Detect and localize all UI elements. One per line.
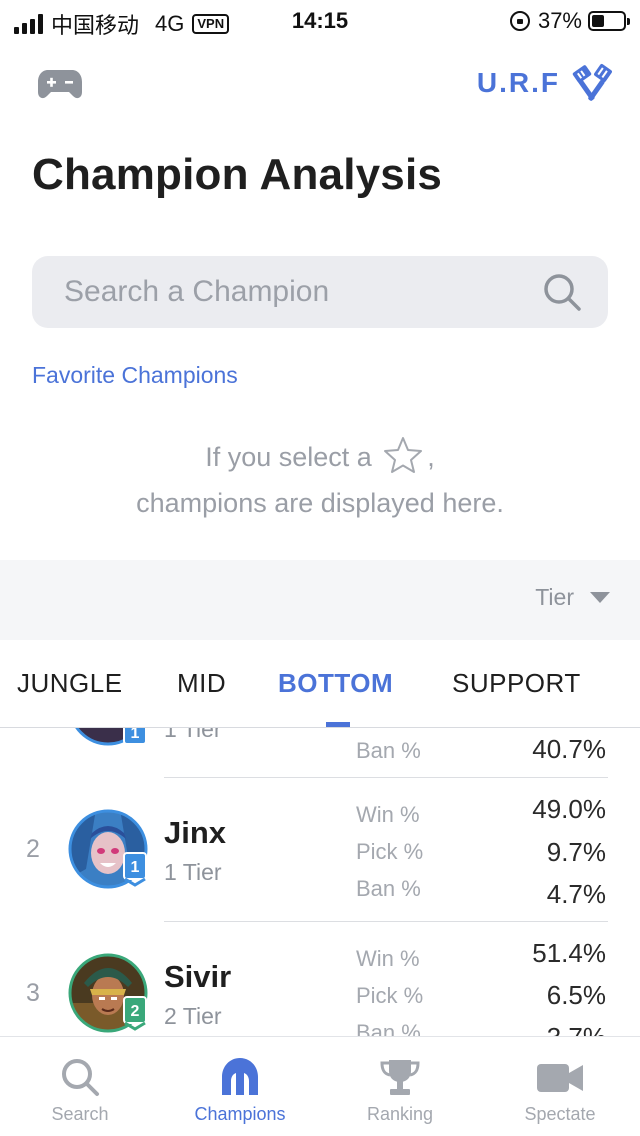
champion-tier: 2 Tier	[164, 1003, 222, 1029]
ban-rate-value: 3.7%	[547, 1022, 606, 1036]
caret-down-icon	[590, 592, 610, 603]
trophy-icon	[380, 1060, 420, 1095]
rotation-lock-icon	[509, 11, 530, 31]
ban-rate-label: Ban %	[356, 738, 421, 763]
pick-rate-value: 6.5%	[546, 980, 606, 1010]
search-input[interactable]	[64, 256, 544, 328]
champion-portrait: 1	[75, 728, 147, 746]
champion-row[interactable]: 2 1 Jinx 1 Tier Win % 49.0% Pick % 9.7%	[0, 777, 640, 921]
active-tab-indicator	[326, 722, 350, 727]
champion-portrait: 2	[68, 953, 148, 1033]
gamepad-icon[interactable]	[38, 68, 82, 100]
favorites-empty-message: If you select a , champions are displaye…	[0, 434, 640, 526]
champion-row[interactable]: 1 1 Tier Ban % 40.7%	[0, 728, 640, 778]
page-title: Champion Analysis	[32, 150, 443, 199]
search-icon	[62, 1059, 99, 1096]
favorites-empty-line1: If you select a ,	[0, 434, 640, 480]
crossed-spatula-fork-icon	[572, 64, 612, 101]
favorites-empty-text-after: ,	[427, 442, 435, 472]
favorite-champions-title: Favorite Champions	[32, 362, 238, 388]
star-outline-icon	[384, 437, 423, 473]
filter-band: Tier	[0, 560, 640, 640]
ban-rate-value: 4.7%	[546, 879, 606, 909]
champion-row[interactable]: 3 2 Sivir 2 Tier Win % 51.4% Pick % 6.5%…	[0, 921, 640, 1036]
champion-tier: 1 Tier	[164, 728, 222, 742]
video-camera-icon	[537, 1064, 583, 1092]
tabbar-ranking-label: Ranking	[366, 1104, 434, 1124]
tier-badge: 2	[131, 1003, 140, 1020]
tab-support[interactable]: SUPPORT	[452, 668, 581, 699]
champion-list[interactable]: 1 1 Tier Ban % 40.7% 2 1 Jinx 1 Tier Win…	[0, 728, 640, 1036]
status-bar: 中国移动 4G VPN 14:15 37%	[0, 0, 640, 42]
favorites-empty-line2: champions are displayed here.	[136, 488, 504, 518]
bottom-tab-bar: Search Champions Ranking Spectate	[0, 1036, 640, 1136]
urf-logo[interactable]: U.R.F	[477, 62, 616, 104]
search-box[interactable]	[32, 256, 608, 328]
position-tabs: JUNGLE MID BOTTOM SUPPORT	[0, 640, 640, 728]
row-divider	[164, 777, 608, 778]
champion-portrait: 1	[68, 809, 148, 889]
tier-sort-label: Tier	[535, 584, 574, 610]
tab-jungle[interactable]: JUNGLE	[17, 668, 123, 699]
champion-rank: 3	[26, 979, 40, 1007]
tier-sort-dropdown[interactable]: Tier	[535, 584, 610, 611]
search-icon[interactable]	[542, 272, 582, 312]
champion-name: Sivir	[164, 959, 232, 994]
tabbar-spectate[interactable]: Spectate	[480, 1037, 640, 1136]
battery-icon	[588, 11, 630, 31]
tabbar-champions[interactable]: Champions	[160, 1037, 320, 1136]
champion-tier: 1 Tier	[164, 859, 222, 885]
win-rate-label: Win %	[356, 946, 420, 971]
win-rate-value: 49.0%	[532, 794, 606, 824]
tab-mid[interactable]: MID	[177, 668, 226, 699]
tabbar-spectate-label: Spectate	[524, 1104, 596, 1124]
helmet-icon	[222, 1058, 258, 1095]
row-divider	[164, 921, 608, 922]
win-rate-value: 51.4%	[532, 938, 606, 968]
tier-badge: 1	[131, 728, 140, 742]
pick-rate-label: Pick %	[356, 839, 424, 864]
tier-badge: 1	[131, 859, 140, 876]
champion-rank: 2	[26, 835, 40, 863]
ban-rate-label: Ban %	[356, 876, 421, 901]
tab-bottom[interactable]: BOTTOM	[278, 668, 393, 699]
pick-rate-value: 9.7%	[546, 837, 606, 867]
status-right: 37%	[509, 8, 630, 34]
favorites-empty-text-before: If you select a	[205, 442, 372, 472]
tabbar-ranking[interactable]: Ranking	[320, 1037, 480, 1136]
battery-percent: 37%	[537, 8, 582, 33]
ban-rate-value: 40.7%	[532, 734, 606, 764]
champion-name: Jinx	[164, 815, 227, 850]
tabbar-search-label: Search	[51, 1104, 109, 1124]
win-rate-label: Win %	[356, 802, 420, 827]
ban-rate-label: Ban %	[356, 1020, 421, 1036]
pick-rate-label: Pick %	[356, 983, 424, 1008]
tabbar-search[interactable]: Search	[0, 1037, 160, 1136]
urf-logo-text: U.R.F	[476, 67, 560, 98]
tabbar-champions-label: Champions	[194, 1104, 286, 1124]
